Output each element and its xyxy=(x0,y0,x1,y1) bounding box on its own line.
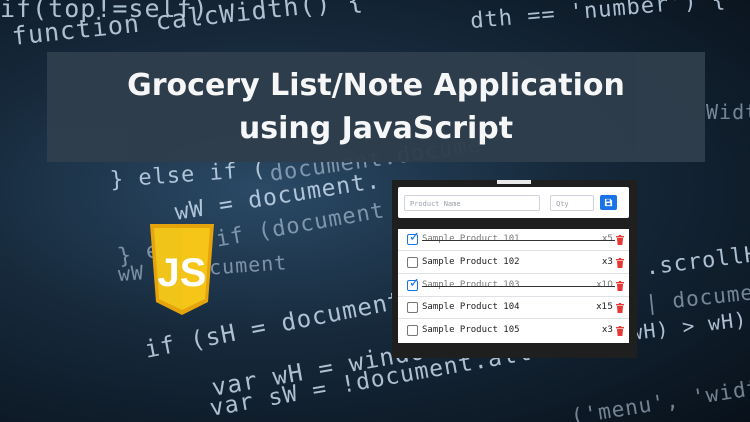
item-name: Sample Product 105 xyxy=(422,325,520,335)
item-name: Sample Product 102 xyxy=(422,257,520,267)
code-line: } else if ( xyxy=(109,157,267,193)
list-item: ✓ Sample Product 101 x5 xyxy=(398,229,629,251)
item-checkbox[interactable] xyxy=(407,257,418,268)
code-line: .scrollHe xyxy=(644,240,750,280)
js-logo-text: JS xyxy=(158,251,207,295)
list-item: Sample Product 105 x3 xyxy=(398,320,629,342)
list-item: Sample Product 102 x3 xyxy=(398,252,629,274)
save-button[interactable] xyxy=(600,195,617,210)
code-line: ('menu', 'widt xyxy=(569,375,750,422)
check-icon: ✓ xyxy=(409,276,420,291)
item-checkbox[interactable]: ✓ xyxy=(407,234,418,245)
delete-icon[interactable] xyxy=(616,281,624,291)
item-qty: x3 xyxy=(602,257,613,267)
list-item: ✓ Sample Product 103 x10 xyxy=(398,275,629,297)
item-checkbox[interactable] xyxy=(407,325,418,336)
item-qty: x10 xyxy=(596,280,613,290)
top-accent-bar xyxy=(497,180,531,184)
check-icon: ✓ xyxy=(409,230,420,245)
grocery-list: ✓ Sample Product 101 x5 Sample Product 102 x… xyxy=(398,229,629,343)
strikethrough-line xyxy=(422,240,615,241)
save-icon xyxy=(604,198,613,207)
code-line: dth == 'number') { xyxy=(469,0,727,34)
title-banner: Grocery List/Note Application using Java… xyxy=(47,52,705,162)
title-line-2: using JavaScript xyxy=(239,107,513,150)
qty-input[interactable]: Qty xyxy=(550,195,594,211)
item-qty: x15 xyxy=(596,302,613,312)
strikethrough-line xyxy=(422,286,615,287)
item-name: Sample Product 101 xyxy=(422,234,520,244)
js-logo: JS xyxy=(148,222,216,317)
title-line-1: Grocery List/Note Application xyxy=(127,64,625,107)
item-checkbox[interactable]: ✓ xyxy=(407,280,418,291)
delete-icon[interactable] xyxy=(616,326,624,336)
code-line: Widt xyxy=(706,100,750,124)
item-name: Sample Product 104 xyxy=(422,302,520,312)
delete-icon[interactable] xyxy=(616,258,624,268)
delete-icon[interactable] xyxy=(616,235,624,245)
add-item-form: Product Name Qty xyxy=(398,187,629,218)
delete-icon[interactable] xyxy=(616,303,624,313)
item-checkbox[interactable] xyxy=(407,302,418,313)
item-qty: x3 xyxy=(602,325,613,335)
list-item: Sample Product 104 x15 xyxy=(398,297,629,319)
item-qty: x5 xyxy=(602,234,613,244)
item-name: Sample Product 103 xyxy=(422,280,520,290)
product-name-input[interactable]: Product Name xyxy=(404,195,540,211)
